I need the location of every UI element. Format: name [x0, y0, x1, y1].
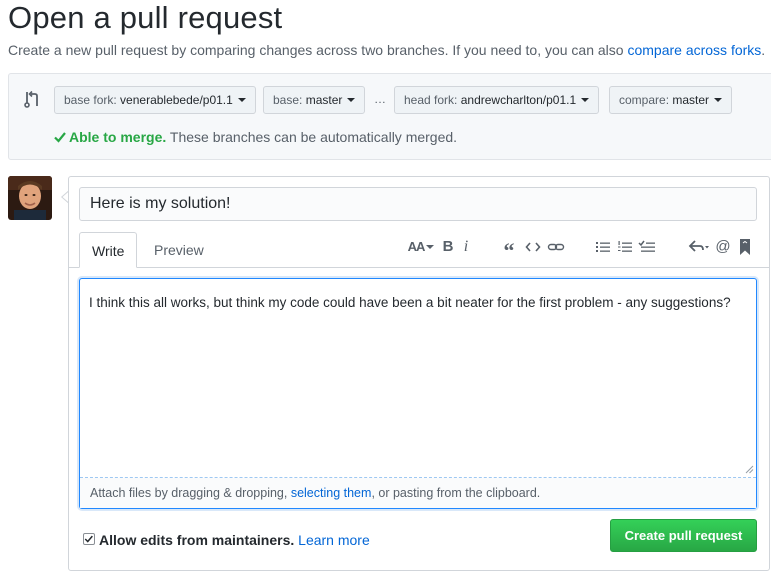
user-avatar-image — [8, 176, 52, 220]
comment-body-text[interactable]: I think this all works, but think my cod… — [89, 291, 744, 314]
tab-write[interactable]: Write — [79, 232, 138, 268]
git-compare-icon — [24, 90, 38, 108]
attach-prefix: Attach files by dragging & dropping, — [90, 486, 291, 500]
header-icon-label: AA — [407, 239, 426, 254]
compare-value: master — [672, 93, 710, 107]
page-title: Open a pull request — [8, 0, 283, 35]
bookmark-icon[interactable] — [738, 238, 752, 256]
attach-files-bar[interactable]: Attach files by dragging & dropping, sel… — [80, 478, 756, 508]
compare-label: compare: — [619, 93, 670, 107]
chevron-down-icon — [714, 98, 723, 102]
allow-edits-label[interactable]: Allow edits from maintainers. — [99, 532, 294, 548]
chevron-down-icon — [347, 98, 356, 102]
quote-icon[interactable]: “ — [500, 238, 518, 263]
checkmark-icon — [84, 535, 93, 543]
head-fork-value: andrewcharlton/p01.1 — [460, 93, 577, 107]
base-value: master — [305, 93, 343, 107]
resize-handle-icon[interactable] — [745, 465, 754, 474]
subtitle-end: . — [761, 42, 766, 58]
merge-status: Able to merge. These branches can be aut… — [54, 129, 457, 145]
title-input[interactable] — [79, 187, 757, 221]
attach-suffix: , or pasting from the clipboard. — [371, 486, 541, 500]
reply-icon[interactable] — [688, 238, 710, 256]
compare-range-box: base fork: venerablebede/p01.1 base: mas… — [8, 73, 771, 160]
chevron-down-icon — [237, 98, 246, 102]
base-label: base: — [273, 93, 303, 107]
chevron-down-icon — [581, 98, 590, 102]
comment-body-editor[interactable]: I think this all works, but think my cod… — [79, 278, 757, 509]
link-icon[interactable] — [547, 238, 565, 256]
check-icon — [54, 132, 66, 143]
mention-icon[interactable]: @ — [715, 238, 731, 256]
base-branch-select[interactable]: base: master — [263, 86, 366, 114]
italic-icon[interactable]: i — [460, 238, 472, 256]
merge-status-ok: Able to merge. — [69, 129, 167, 145]
unordered-list-icon[interactable] — [595, 238, 611, 256]
range-separator: … — [374, 92, 386, 106]
chevron-down-icon — [426, 245, 435, 249]
page-subtitle: Create a new pull request by comparing c… — [8, 42, 765, 58]
select-files-link[interactable]: selecting them — [291, 486, 372, 500]
bold-icon[interactable]: B — [441, 238, 455, 256]
compare-branch-select[interactable]: compare: master — [609, 86, 733, 114]
allow-edits-checkbox[interactable] — [83, 533, 95, 545]
tab-preview[interactable]: Preview — [142, 232, 216, 268]
subtitle-text: Create a new pull request by comparing c… — [8, 42, 624, 58]
base-fork-value: venerablebede/p01.1 — [120, 93, 233, 107]
learn-more-link[interactable]: Learn more — [298, 532, 370, 548]
create-pull-request-button[interactable]: Create pull request — [610, 519, 757, 552]
merge-status-detail: These branches can be automatically merg… — [169, 129, 458, 145]
task-list-icon[interactable] — [638, 238, 656, 256]
base-fork-label: base fork: — [64, 93, 117, 107]
head-fork-select[interactable]: head fork: andrewcharlton/p01.1 — [394, 86, 600, 114]
allow-edits-label-row: Allow edits from maintainers. Learn more — [99, 532, 370, 548]
compare-across-forks-link[interactable]: compare across forks — [627, 42, 761, 58]
code-icon[interactable] — [525, 238, 541, 256]
base-fork-select[interactable]: base fork: venerablebede/p01.1 — [54, 86, 256, 114]
ordered-list-icon[interactable] — [617, 238, 633, 256]
avatar[interactable] — [8, 176, 52, 220]
text-size-icon[interactable]: AA — [407, 238, 435, 256]
head-fork-label: head fork: — [404, 93, 458, 107]
